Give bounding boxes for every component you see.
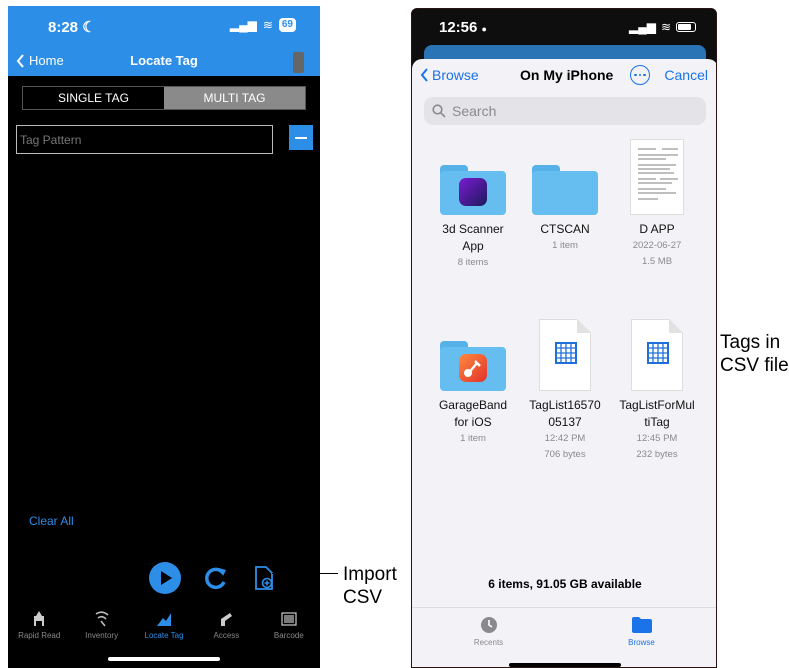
- tag-mode-segmented-control: SINGLE TAG MULTI TAG: [22, 86, 306, 110]
- garageband-app-icon: [459, 354, 487, 382]
- moon-icon: ☾: [82, 19, 96, 36]
- status-bar: 12:56 ● ▂▄▆ ≋: [412, 9, 716, 45]
- import-csv-callout-line: [272, 573, 338, 574]
- folder-icon: [532, 165, 598, 215]
- tab-rapid-read[interactable]: Rapid Read: [8, 604, 70, 652]
- search-field[interactable]: Search: [424, 97, 706, 125]
- access-icon: [221, 613, 233, 626]
- battery-icon: [676, 22, 696, 32]
- battery-level: 69: [278, 18, 296, 32]
- csv-file-icon: [631, 319, 683, 391]
- tab-label: Barcode: [273, 631, 304, 640]
- segment-single-tag[interactable]: SINGLE TAG: [23, 87, 164, 109]
- tab-label: Browse: [628, 638, 655, 647]
- rapid-read-icon: [34, 611, 45, 626]
- status-bar: 8:28 ☾ ▂▄▆ ≋ 69: [8, 6, 320, 49]
- remove-pattern-button[interactable]: [289, 125, 313, 150]
- tab-label: Locate Tag: [144, 631, 184, 640]
- file-item-garageband[interactable]: GarageBand for iOS 1 item: [428, 315, 518, 447]
- import-csv-icon[interactable]: [252, 565, 276, 591]
- right-phone-screen: 12:56 ● ▂▄▆ ≋ Browse On My iPhone Cancel…: [411, 8, 717, 668]
- person-icon: ●: [481, 24, 487, 34]
- file-item-ctscan[interactable]: CTSCAN 1 item: [520, 139, 610, 254]
- segment-multi-tag[interactable]: MULTI TAG: [164, 87, 305, 109]
- tab-label: Rapid Read: [18, 631, 61, 640]
- folder-icon: [440, 165, 506, 215]
- tab-access[interactable]: Access: [195, 604, 257, 652]
- clock-icon: [480, 617, 497, 633]
- barcode-icon: [281, 612, 297, 626]
- csv-file-icon: [539, 319, 591, 391]
- chevron-left-icon: [420, 68, 428, 82]
- home-indicator: [509, 663, 621, 667]
- picker-title: On My iPhone: [520, 67, 614, 83]
- folder-icon: [440, 341, 506, 391]
- status-time: 8:28: [48, 19, 79, 36]
- home-indicator: [108, 657, 220, 661]
- import-csv-callout: Import CSV: [343, 564, 397, 608]
- search-icon: [432, 104, 446, 118]
- tab-locate-tag[interactable]: Locate Tag: [133, 604, 195, 652]
- tab-label: Recents: [473, 638, 504, 647]
- clear-all-button[interactable]: Clear All: [29, 514, 74, 528]
- storage-summary: 6 items, 91.05 GB available: [488, 577, 642, 591]
- file-item-d-app[interactable]: D APP 2022-06-27 1.5 MB: [612, 139, 702, 270]
- signal-icon: ▂▄▆: [628, 20, 656, 34]
- device-icon[interactable]: [293, 52, 304, 73]
- tag-pattern-input[interactable]: Tag Pattern: [16, 125, 273, 154]
- left-phone-screen: 8:28 ☾ ▂▄▆ ≋ 69 Home Locate Tag SINGLE T…: [8, 6, 320, 668]
- tab-recents[interactable]: Recents: [412, 608, 565, 659]
- picker-nav-bar: Browse On My iPhone Cancel: [412, 59, 716, 95]
- wifi-icon: ≋: [262, 18, 273, 32]
- file-item-taglist-1[interactable]: TagList16570 05137 12:42 PM 706 bytes: [520, 315, 610, 463]
- tab-browse[interactable]: Browse: [565, 608, 716, 659]
- minus-icon: [295, 136, 307, 139]
- nav-bar: Home Locate Tag: [8, 49, 320, 76]
- search-placeholder: Search: [452, 103, 497, 119]
- bottom-tab-bar: Rapid Read Inventory Locate Tag Access B…: [8, 604, 320, 652]
- document-thumbnail-icon: [630, 139, 684, 215]
- status-time: 12:56: [439, 19, 478, 36]
- play-button[interactable]: [149, 562, 181, 594]
- tab-label: Inventory: [85, 631, 119, 640]
- play-icon: [161, 571, 172, 585]
- refresh-icon[interactable]: [200, 562, 232, 594]
- folder-icon: [631, 617, 652, 633]
- more-icon[interactable]: [630, 65, 650, 85]
- tab-label: Access: [213, 631, 240, 640]
- browse-back-button[interactable]: Browse: [420, 67, 479, 83]
- signal-icon: ▂▄▆: [229, 18, 257, 32]
- inventory-icon: [95, 611, 109, 627]
- browse-label: Browse: [432, 67, 479, 83]
- page-title: Locate Tag: [130, 53, 198, 68]
- locate-tag-icon: [157, 613, 172, 626]
- tab-barcode[interactable]: Barcode: [258, 604, 320, 652]
- tags-csv-callout: Tags in CSV file: [720, 332, 789, 376]
- scanner-app-icon: [459, 178, 487, 206]
- file-picker-sheet: Browse On My iPhone Cancel Search 3d Sca…: [412, 59, 716, 667]
- background-sheet: [424, 45, 706, 59]
- wifi-icon: ≋: [660, 20, 671, 34]
- file-item-3d-scanner[interactable]: 3d Scanner App 8 items: [428, 139, 518, 271]
- file-item-taglist-multitag[interactable]: TagListForMul tiTag 12:45 PM 232 bytes: [612, 315, 702, 463]
- tab-inventory[interactable]: Inventory: [70, 604, 132, 652]
- picker-tab-bar: Recents Browse: [412, 607, 716, 659]
- cancel-button[interactable]: Cancel: [664, 67, 708, 83]
